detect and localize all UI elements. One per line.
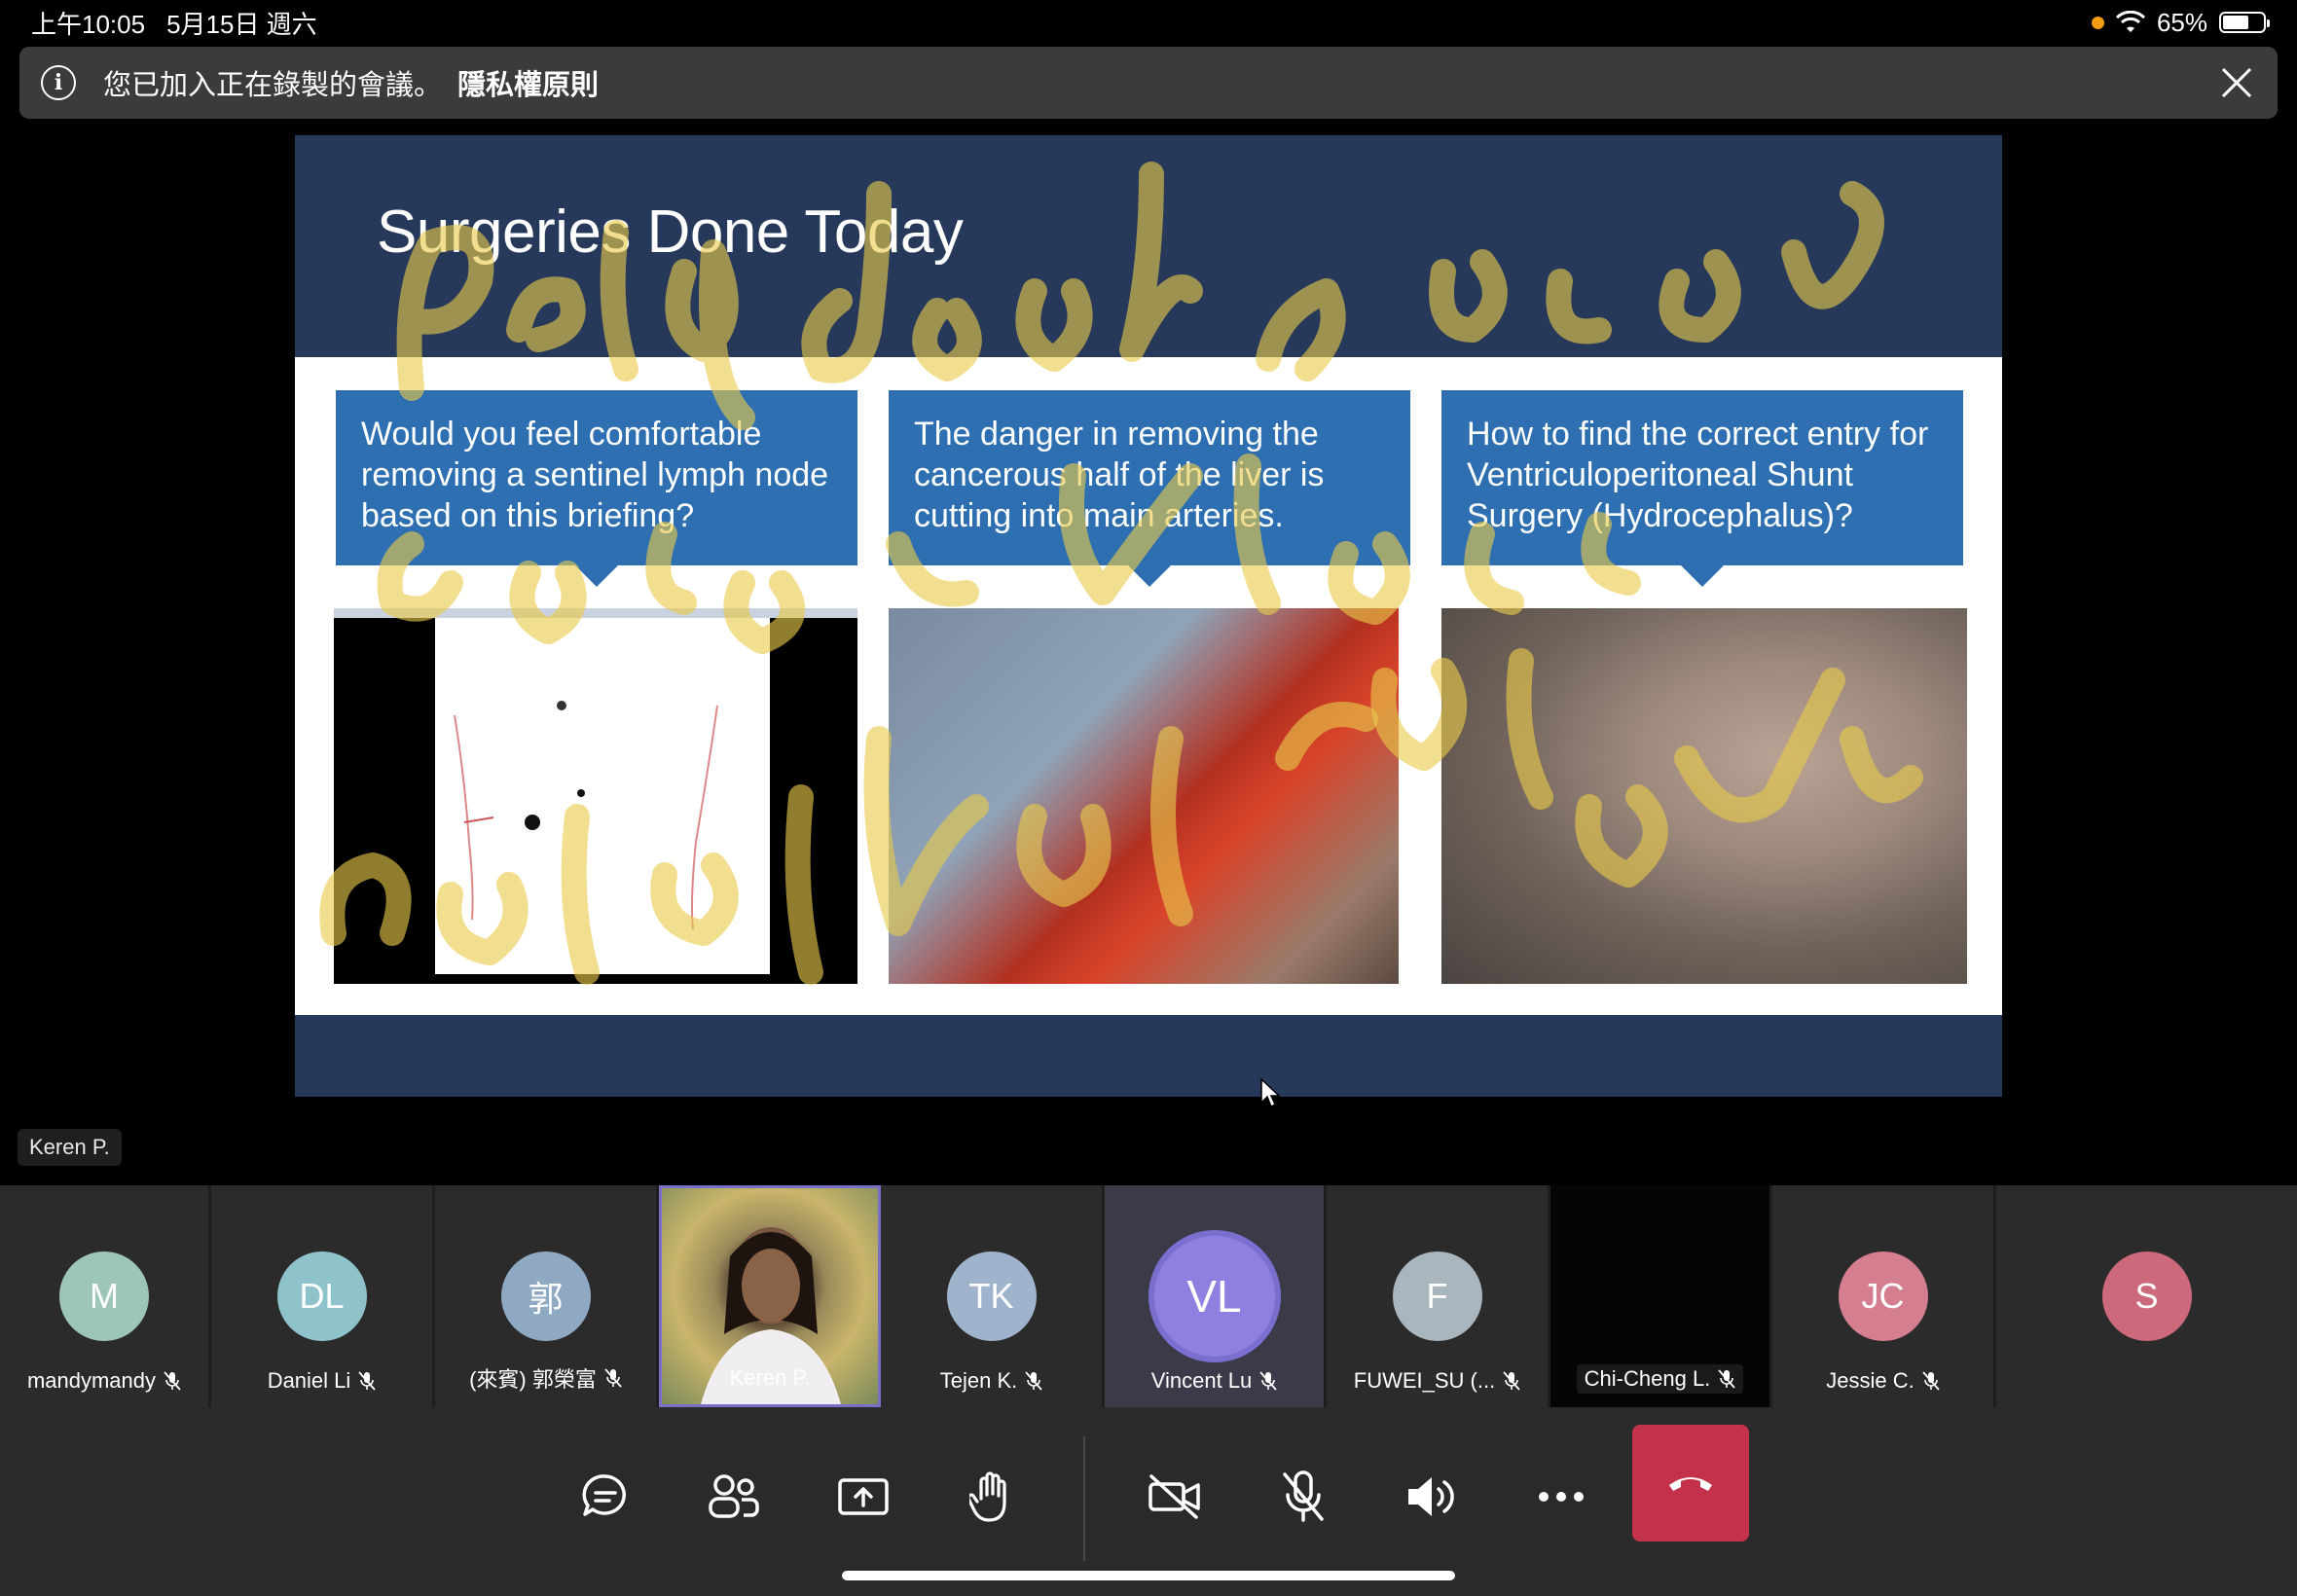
share-screen-icon xyxy=(838,1478,889,1515)
participant-name: mandymandy xyxy=(26,1368,157,1393)
shared-slide: Surgeries Done Today Would you feel comf… xyxy=(295,135,2002,1097)
participant-tile[interactable]: M mandymandy xyxy=(0,1185,211,1407)
chat-icon xyxy=(582,1474,626,1516)
people-icon xyxy=(709,1474,759,1518)
battery-percent: 65% xyxy=(2156,7,2207,37)
avatar: F xyxy=(1392,1251,1482,1341)
participant-tile[interactable]: DL Daniel Li xyxy=(211,1185,435,1407)
meeting-controls xyxy=(0,1407,2297,1596)
mic-off-icon xyxy=(1259,1371,1277,1391)
avatar: JC xyxy=(1838,1251,1928,1341)
avatar: M xyxy=(59,1251,149,1341)
speaker-icon xyxy=(1408,1477,1454,1516)
avatar: TK xyxy=(946,1251,1037,1341)
mic-off-icon xyxy=(1922,1371,1940,1391)
status-date: 5月15日 週六 xyxy=(166,9,317,39)
wifi-icon xyxy=(2115,11,2145,32)
participants-button[interactable] xyxy=(699,1462,769,1532)
avatar: 郭 xyxy=(500,1251,591,1341)
participant-tile-active[interactable]: VL Vincent Lu xyxy=(1105,1185,1327,1407)
home-indicator[interactable] xyxy=(842,1571,1455,1580)
participant-tile[interactable]: TK Tejen K. xyxy=(881,1185,1105,1407)
participant-tile[interactable]: S xyxy=(1996,1185,2297,1407)
hang-up-button[interactable] xyxy=(1632,1425,1749,1542)
status-bar: 上午10:05 5月15日 週六 65% xyxy=(0,0,2297,45)
question-box-1: Would you feel comfortable removing a se… xyxy=(336,390,857,587)
share-screen-button[interactable] xyxy=(828,1462,898,1532)
privacy-policy-link[interactable]: 隱私權原則 xyxy=(457,62,599,103)
mic-off-icon xyxy=(1025,1371,1042,1391)
lymph-scan-image xyxy=(334,608,857,984)
mic-off-icon xyxy=(1503,1371,1520,1391)
speaker-button[interactable] xyxy=(1397,1462,1467,1532)
shunt-surgery-image xyxy=(1441,608,1967,984)
avatar: VL xyxy=(1153,1236,1275,1357)
question-box-2: The danger in removing the cancerous hal… xyxy=(889,390,1410,587)
participant-tile[interactable]: 郭 (來賓) 郭榮富 xyxy=(435,1185,659,1407)
mic-off-icon xyxy=(604,1368,622,1388)
participant-name: Chi-Cheng L. xyxy=(1584,1366,1711,1391)
banner-message: 您已加入正在錄製的會議。 xyxy=(103,70,443,101)
participant-tile-video[interactable]: Keren P. xyxy=(659,1185,881,1407)
participant-name: Jessie C. xyxy=(1826,1368,1914,1393)
more-icon xyxy=(1539,1492,1584,1502)
mic-toggle-button[interactable] xyxy=(1268,1462,1338,1532)
participant-name: Vincent Lu xyxy=(1150,1368,1253,1393)
mic-off-icon xyxy=(164,1371,181,1391)
more-options-button[interactable] xyxy=(1526,1462,1596,1532)
active-speaker-label: Keren P. xyxy=(18,1129,122,1166)
camera-off-icon xyxy=(1148,1474,1200,1519)
close-icon[interactable] xyxy=(2219,65,2254,100)
participant-name: Daniel Li xyxy=(267,1368,351,1393)
liver-surgery-image xyxy=(889,608,1399,984)
participant-strip[interactable]: M mandymandy DL Daniel Li 郭 (來賓) 郭榮富 Ker… xyxy=(0,1185,2297,1407)
participant-name: (來賓) 郭榮富 xyxy=(469,1367,597,1392)
hang-up-icon xyxy=(1669,1477,1712,1491)
battery-icon xyxy=(2219,12,2270,33)
mic-off-icon xyxy=(1718,1369,1735,1389)
slide-title: Surgeries Done Today xyxy=(377,199,964,266)
raise-hand-icon xyxy=(969,1471,1006,1522)
raise-hand-button[interactable] xyxy=(957,1462,1027,1532)
participant-name: Keren P. xyxy=(729,1365,811,1390)
slide-footer-band xyxy=(295,1015,2002,1097)
recording-notice-banner: i 您已加入正在錄製的會議。 隱私權原則 xyxy=(19,47,2278,119)
mic-off-icon xyxy=(1283,1470,1324,1522)
participant-tile-video[interactable]: Chi-Cheng L. xyxy=(1550,1185,1772,1407)
camera-toggle-button[interactable] xyxy=(1140,1462,1210,1532)
participant-tile[interactable]: F FUWEI_SU (... xyxy=(1327,1185,1550,1407)
mouse-cursor-icon xyxy=(1260,1077,1281,1108)
controls-divider xyxy=(1083,1436,1085,1561)
recording-dot-icon xyxy=(2091,16,2104,29)
question-box-3: How to find the correct entry for Ventri… xyxy=(1441,390,1963,587)
chat-button[interactable] xyxy=(570,1462,640,1532)
mic-off-icon xyxy=(358,1371,376,1391)
participant-name: FUWEI_SU (... xyxy=(1353,1368,1496,1393)
avatar: S xyxy=(2101,1251,2192,1341)
participant-name: Tejen K. xyxy=(939,1368,1018,1393)
info-icon: i xyxy=(41,65,76,100)
participant-tile[interactable]: JC Jessie C. xyxy=(1772,1185,1996,1407)
status-time: 上午10:05 xyxy=(31,9,146,39)
avatar: DL xyxy=(276,1251,367,1341)
